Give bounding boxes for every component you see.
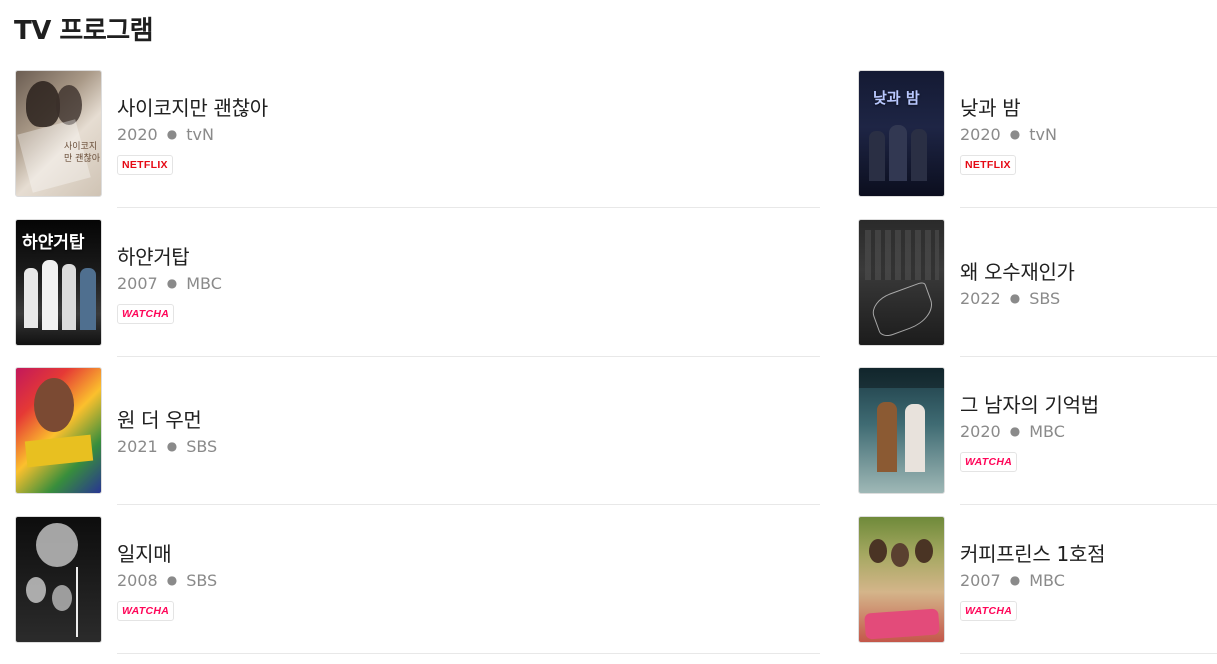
poster-image[interactable]	[858, 516, 945, 643]
program-item[interactable]: 왜 오수재인가 2022 ● SBS	[858, 219, 1217, 368]
separator-dot: ●	[1010, 291, 1020, 305]
program-year: 2020	[960, 422, 1001, 441]
watcha-badge[interactable]: WATCHA	[960, 601, 1017, 621]
program-title[interactable]: 왜 오수재인가	[960, 256, 1075, 285]
poster-image[interactable]: 낮과 밤	[858, 70, 945, 197]
program-year: 2021	[117, 437, 158, 456]
program-item[interactable]: 커피프린스 1호점 2007 ● MBC WATCHA	[858, 516, 1217, 664]
program-item[interactable]: 그 남자의 기억법 2020 ● MBC WATCHA	[858, 367, 1217, 516]
program-info: 왜 오수재인가 2022 ● SBS	[960, 219, 1217, 357]
watcha-badge[interactable]: WATCHA	[117, 304, 174, 324]
program-year: 2020	[117, 125, 158, 144]
program-year: 2007	[960, 571, 1001, 590]
poster-caption: 사이코지만 괜찮아	[64, 141, 100, 165]
program-channel: SBS	[1029, 289, 1060, 308]
program-title[interactable]: 사이코지만 괜찮아	[117, 92, 268, 121]
netflix-badge[interactable]: NETFLIX	[117, 155, 173, 175]
program-meta: 2021 ● SBS	[117, 437, 217, 456]
program-title[interactable]: 원 더 우먼	[117, 404, 202, 433]
program-channel: MBC	[1029, 571, 1065, 590]
program-info: 사이코지만 괜찮아 2020 ● tvN NETFLIX	[117, 70, 820, 208]
separator-dot: ●	[167, 573, 177, 587]
program-info: 커피프린스 1호점 2007 ● MBC WATCHA	[960, 516, 1217, 654]
program-item[interactable]: 사이코지만 괜찮아 사이코지만 괜찮아 2020 ● tvN NETFLIX	[15, 70, 820, 219]
program-channel: tvN	[186, 125, 214, 144]
program-meta: 2020 ● MBC	[960, 422, 1065, 441]
program-title[interactable]: 하얀거탑	[117, 241, 189, 270]
program-meta: 2020 ● tvN	[960, 125, 1057, 144]
program-year: 2020	[960, 125, 1001, 144]
poster-image[interactable]	[15, 516, 102, 643]
program-info: 원 더 우먼 2021 ● SBS	[117, 367, 820, 505]
poster-image[interactable]: 사이코지만 괜찮아	[15, 70, 102, 197]
program-channel: tvN	[1029, 125, 1057, 144]
program-meta: 2007 ● MBC	[960, 571, 1065, 590]
program-channel: MBC	[1029, 422, 1065, 441]
separator-dot: ●	[167, 439, 177, 453]
separator-dot: ●	[1010, 127, 1020, 141]
program-list-right: 낮과 밤 낮과 밤 2020 ● tvN NETFLIX 왜 오수재인가 2022 ●…	[858, 70, 1217, 664]
program-info: 일지매 2008 ● SBS WATCHA	[117, 516, 820, 654]
program-item[interactable]: 원 더 우먼 2021 ● SBS	[15, 367, 820, 516]
program-info: 하얀거탑 2007 ● MBC WATCHA	[117, 219, 820, 357]
program-channel: MBC	[186, 274, 222, 293]
poster-image[interactable]: 하얀거탑	[15, 219, 102, 346]
program-meta: 2007 ● MBC	[117, 274, 222, 293]
program-meta: 2020 ● tvN	[117, 125, 214, 144]
program-info: 그 남자의 기억법 2020 ● MBC WATCHA	[960, 367, 1217, 505]
program-item[interactable]: 일지매 2008 ● SBS WATCHA	[15, 516, 820, 664]
program-meta: 2008 ● SBS	[117, 571, 217, 590]
program-year: 2022	[960, 289, 1001, 308]
separator-dot: ●	[167, 127, 177, 141]
program-channel: SBS	[186, 571, 217, 590]
separator-dot: ●	[1010, 424, 1020, 438]
program-info: 낮과 밤 2020 ● tvN NETFLIX	[960, 70, 1217, 208]
section-title: TV 프로그램	[14, 10, 153, 47]
separator-dot: ●	[167, 276, 177, 290]
program-title[interactable]: 커피프린스 1호점	[960, 538, 1105, 567]
program-list-left: 사이코지만 괜찮아 사이코지만 괜찮아 2020 ● tvN NETFLIX 하얀거…	[15, 70, 820, 664]
separator-dot: ●	[1010, 573, 1020, 587]
poster-caption: 낮과 밤	[873, 87, 920, 108]
poster-image[interactable]	[858, 219, 945, 346]
program-meta: 2022 ● SBS	[960, 289, 1060, 308]
poster-image[interactable]	[858, 367, 945, 494]
program-channel: SBS	[186, 437, 217, 456]
netflix-badge[interactable]: NETFLIX	[960, 155, 1016, 175]
program-item[interactable]: 하얀거탑 하얀거탑 2007 ● MBC WATCHA	[15, 219, 820, 368]
poster-image[interactable]	[15, 367, 102, 494]
watcha-badge[interactable]: WATCHA	[117, 601, 174, 621]
program-year: 2007	[117, 274, 158, 293]
program-title[interactable]: 그 남자의 기억법	[960, 389, 1099, 418]
program-item[interactable]: 낮과 밤 낮과 밤 2020 ● tvN NETFLIX	[858, 70, 1217, 219]
program-title[interactable]: 낮과 밤	[960, 92, 1020, 121]
poster-caption: 하얀거탑	[22, 228, 85, 253]
program-year: 2008	[117, 571, 158, 590]
watcha-badge[interactable]: WATCHA	[960, 452, 1017, 472]
program-title[interactable]: 일지매	[117, 538, 171, 567]
